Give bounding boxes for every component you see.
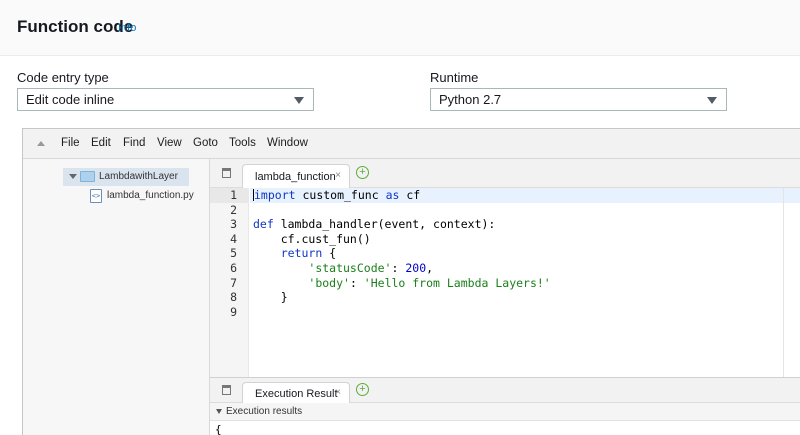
- add-tab-icon[interactable]: +: [356, 383, 369, 396]
- execution-result-panel: Execution Result × + Execution results {: [210, 377, 800, 435]
- tab-lambda-function[interactable]: lambda_function ×: [242, 164, 350, 189]
- close-icon[interactable]: ×: [335, 170, 341, 181]
- tab-menu-icon[interactable]: [222, 385, 231, 395]
- tab-execution-result[interactable]: Execution Result ×: [242, 382, 350, 404]
- code-text: lambda_handler(event, context):: [273, 217, 496, 232]
- line-number: 2: [230, 202, 237, 217]
- menu-goto[interactable]: Goto: [193, 137, 218, 149]
- menu-file[interactable]: File: [61, 137, 80, 149]
- menu-view[interactable]: View: [157, 137, 182, 149]
- code-line: import custom_func as cf: [250, 188, 800, 203]
- ide-menubar: File Edit Find View Goto Tools Window: [23, 129, 800, 159]
- code-editor-ide: File Edit Find View Goto Tools Window La…: [22, 128, 800, 435]
- menu-window[interactable]: Window: [267, 137, 308, 149]
- menu-find[interactable]: Find: [123, 137, 145, 149]
- tab-menu-icon[interactable]: [222, 168, 231, 178]
- code-text: ,: [426, 260, 434, 275]
- file-tree: LambdawithLayer <> lambda_function.py: [23, 159, 210, 435]
- code-text: :: [349, 275, 364, 290]
- tree-folder-label: LambdawithLayer: [99, 171, 178, 182]
- keyword: import: [254, 188, 296, 202]
- code-text: :: [391, 260, 406, 275]
- code-line: cf.cust_fun(): [250, 232, 800, 247]
- execution-results-output: {: [215, 423, 222, 435]
- close-icon[interactable]: ×: [335, 387, 341, 398]
- runtime-label: Runtime: [430, 70, 479, 85]
- code-line: return {: [250, 246, 800, 261]
- execution-results-label: Execution results: [226, 406, 303, 417]
- editor-tabbar: lambda_function × +: [210, 159, 800, 189]
- line-number: 7: [230, 275, 237, 290]
- page-title: Function code: [17, 17, 134, 36]
- string-literal: 'body': [308, 275, 350, 290]
- code-area[interactable]: import custom_func as cf def lambda_hand…: [250, 188, 800, 377]
- code-entry-type-select[interactable]: Edit code inline: [17, 88, 314, 111]
- collapse-icon[interactable]: [37, 141, 45, 146]
- collapse-arrow-icon[interactable]: [216, 409, 222, 414]
- tab-label: lambda_function: [255, 171, 336, 183]
- code-text: cf.cust_fun(): [253, 231, 371, 246]
- code-file-icon: <>: [90, 189, 102, 203]
- code-editor: lambda_function × + 1 2 3 4 5 6 7 8 9 im…: [210, 159, 800, 377]
- expand-arrow-icon[interactable]: [69, 174, 77, 179]
- runtime-select[interactable]: Python 2.7: [430, 88, 727, 111]
- chevron-down-icon: [707, 97, 717, 104]
- code-entry-type-value: Edit code inline: [26, 92, 115, 107]
- line-number: 4: [230, 231, 237, 246]
- line-number: 5: [230, 246, 237, 261]
- keyword: return: [280, 246, 323, 261]
- keyword: def: [253, 217, 274, 232]
- print-margin: [783, 188, 784, 377]
- tree-file-item[interactable]: lambda_function.py: [107, 190, 194, 201]
- menu-tools[interactable]: Tools: [229, 137, 256, 149]
- string-literal: 'Hello from Lambda Layers!': [363, 275, 551, 290]
- code-line: 'statusCode': 200,: [250, 261, 800, 276]
- folder-icon: [80, 171, 95, 182]
- menu-edit[interactable]: Edit: [91, 137, 111, 149]
- line-number: 8: [230, 290, 237, 305]
- code-line: 'body': 'Hello from Lambda Layers!': [250, 276, 800, 291]
- code-text: custom_func: [295, 188, 386, 202]
- info-link[interactable]: Info: [118, 22, 136, 34]
- add-tab-icon[interactable]: +: [356, 166, 369, 179]
- line-number: 9: [230, 304, 237, 319]
- code-text: {: [322, 246, 337, 261]
- tree-folder-row[interactable]: LambdawithLayer: [63, 168, 189, 186]
- number-literal: 200: [405, 260, 427, 275]
- chevron-down-icon: [294, 97, 304, 104]
- line-number: 3: [230, 217, 237, 232]
- string-literal: 'statusCode': [308, 260, 392, 275]
- line-number: 1: [210, 188, 248, 203]
- code-line: }: [250, 290, 800, 305]
- line-number-gutter: 1 2 3 4 5 6 7 8 9: [210, 188, 249, 377]
- line-number: 6: [230, 260, 237, 275]
- lambda-console-page: Function code Info Code entry type Edit …: [0, 0, 800, 435]
- keyword: as: [385, 188, 400, 202]
- tab-label: Execution Result: [255, 388, 338, 400]
- execution-results-header[interactable]: Execution results: [210, 403, 800, 421]
- function-code-header: Function code Info: [0, 0, 800, 56]
- code-line: def lambda_handler(event, context):: [250, 217, 800, 232]
- result-tabbar: Execution Result × +: [210, 378, 800, 404]
- code-text: cf: [399, 188, 421, 202]
- runtime-value: Python 2.7: [439, 92, 502, 107]
- code-text: }: [253, 290, 288, 305]
- code-entry-type-label: Code entry type: [17, 70, 109, 85]
